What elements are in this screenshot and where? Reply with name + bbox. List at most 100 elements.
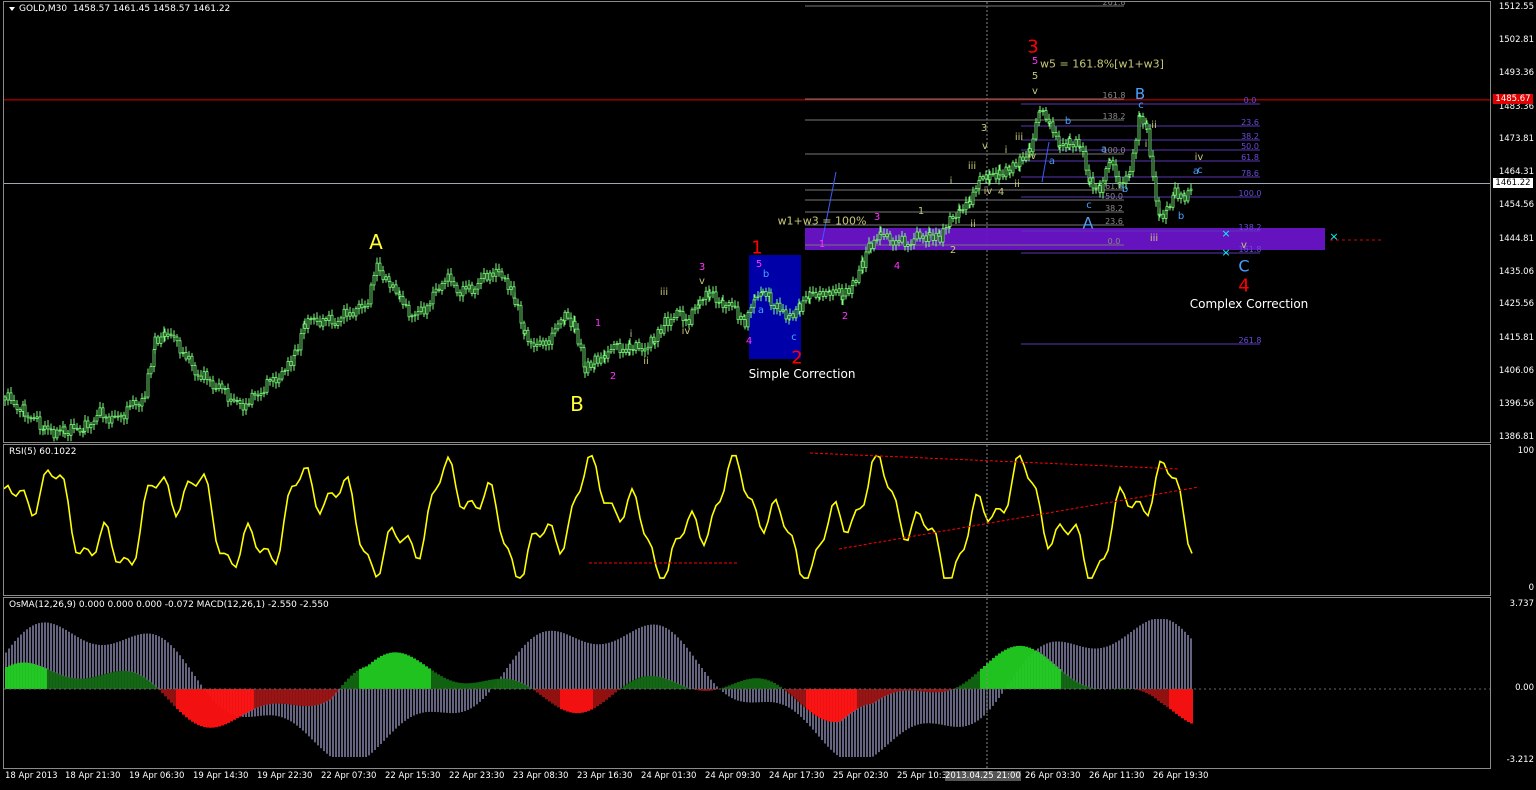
candle-body	[535, 343, 539, 347]
candle-body	[187, 355, 191, 360]
time-axis[interactable]: 18 Apr 2013 18 Apr 21:30 19 Apr 06:30 19 Ap…	[3, 769, 1491, 785]
osma-bar	[959, 685, 962, 689]
time-label: 22 Apr 23:30	[449, 771, 505, 781]
osma-bar	[1091, 688, 1094, 689]
candle-body	[1151, 155, 1155, 178]
candle-body	[909, 243, 913, 246]
osma-bar	[65, 676, 68, 689]
candle-body	[1114, 164, 1118, 178]
osma-bar	[797, 689, 800, 702]
candle-body	[1081, 146, 1085, 152]
candle-body	[324, 318, 328, 321]
osma-bar	[599, 689, 602, 705]
wave-label-B-blue: B	[1134, 85, 1146, 103]
osma-bar	[1049, 661, 1052, 689]
osma-bar	[1121, 688, 1124, 689]
osma-bar	[1001, 651, 1004, 689]
candle-body	[1134, 139, 1138, 154]
candle-body	[220, 383, 224, 390]
price-chart-pane[interactable]: × × × 5 5 v 5 b 4 c a 3 v iii iv 1 2 ii i 1 2 3 4 1 2 3 v 4 iv iii i ii…	[3, 1, 1491, 443]
osma-bar	[557, 689, 560, 708]
osma-bar	[176, 689, 179, 710]
candle-body	[410, 315, 414, 318]
candle-body	[6, 392, 10, 401]
osma-bar	[992, 658, 995, 689]
candle-body	[778, 302, 782, 312]
wave-count-glyph: c	[1197, 165, 1203, 176]
wave-count-glyph: i	[950, 176, 953, 187]
osma-canvas[interactable]	[4, 598, 1490, 768]
osma-bar	[551, 689, 554, 704]
osma-bar	[98, 675, 101, 689]
osma-bar	[254, 689, 257, 709]
rsi-tick-100: 100	[1517, 446, 1534, 456]
osma-bar	[1028, 647, 1031, 689]
osma-bar	[32, 663, 35, 689]
rsi-canvas[interactable]	[4, 445, 1490, 595]
candle-body	[52, 428, 56, 439]
osma-bar	[467, 683, 470, 689]
candle-body	[479, 277, 483, 284]
osma-bar	[377, 657, 380, 689]
candle-body	[696, 304, 700, 309]
osma-bar	[458, 682, 461, 689]
time-label: 18 Apr 2013	[5, 771, 58, 781]
time-label: 24 Apr 01:30	[641, 771, 697, 781]
osma-bar	[605, 689, 608, 700]
wave-label-w2-red: 2	[791, 347, 803, 369]
candle-body	[781, 309, 785, 312]
candle-body	[569, 317, 573, 328]
rsi-pane[interactable]: RSI(5) 60.1022	[3, 444, 1491, 596]
fib-label-right: 161.8	[1239, 245, 1262, 254]
osma-bar	[767, 680, 770, 689]
candle-body	[1001, 174, 1005, 178]
osma-bar	[566, 689, 569, 712]
wave-count-glyph: 2	[950, 245, 956, 256]
osma-bar	[395, 652, 398, 689]
osma-tick-zero: 0.00	[1515, 683, 1534, 693]
osma-bar	[305, 689, 308, 707]
candle-body	[894, 240, 898, 246]
osma-bar	[242, 689, 245, 715]
price-tick: 1464.31	[1498, 166, 1534, 177]
osma-bar	[59, 674, 62, 689]
candle-body	[18, 409, 22, 412]
candle-body	[29, 417, 33, 420]
wave-count-glyph: 5	[1032, 71, 1038, 82]
candle-body	[931, 234, 935, 241]
osma-bar	[839, 689, 842, 722]
candle-body	[912, 238, 916, 245]
wave-count-glyph: b	[1178, 211, 1184, 222]
candle-body	[994, 172, 998, 180]
price-chart-canvas[interactable]: ×××55v5b4 ca3viiiiv12iii1234123v4iviiiiii…	[4, 2, 1490, 442]
osma-bar	[284, 689, 287, 705]
price-tick: 1444.81	[1498, 233, 1534, 244]
candle-body	[296, 349, 300, 352]
osma-bar	[125, 670, 128, 689]
osma-bar	[791, 689, 794, 697]
osma-bar	[632, 680, 635, 689]
wave-count-glyph: iii	[968, 161, 976, 172]
price-axis[interactable]: 1512.55 1502.81 1493.36 1483.36 1473.81 1464.…	[1493, 1, 1536, 443]
candle-body	[274, 377, 278, 384]
osma-bar	[1037, 652, 1040, 689]
osma-macd-pane[interactable]: OsMA(12,26,9) 0.000 0.000 0.000 -0.072 M…	[3, 597, 1491, 769]
price-tick: 1386.81	[1498, 432, 1534, 442]
osma-bar	[416, 660, 419, 689]
candle-body	[753, 297, 757, 301]
osma-bar	[446, 679, 449, 689]
candle-body	[1034, 121, 1038, 140]
candle-body	[631, 349, 635, 351]
candle-body	[698, 299, 702, 306]
candle-body	[968, 201, 972, 206]
osma-bar	[572, 689, 575, 713]
osma-bar	[512, 680, 515, 689]
candle-body	[83, 420, 87, 432]
osma-bar	[404, 654, 407, 689]
osma-bar	[866, 689, 869, 705]
osma-bar	[614, 689, 617, 693]
wave-count-glyph: iv	[1195, 152, 1204, 163]
osma-bar	[941, 689, 944, 693]
chevron-down-icon[interactable]	[9, 6, 15, 11]
candle-body	[897, 240, 901, 243]
